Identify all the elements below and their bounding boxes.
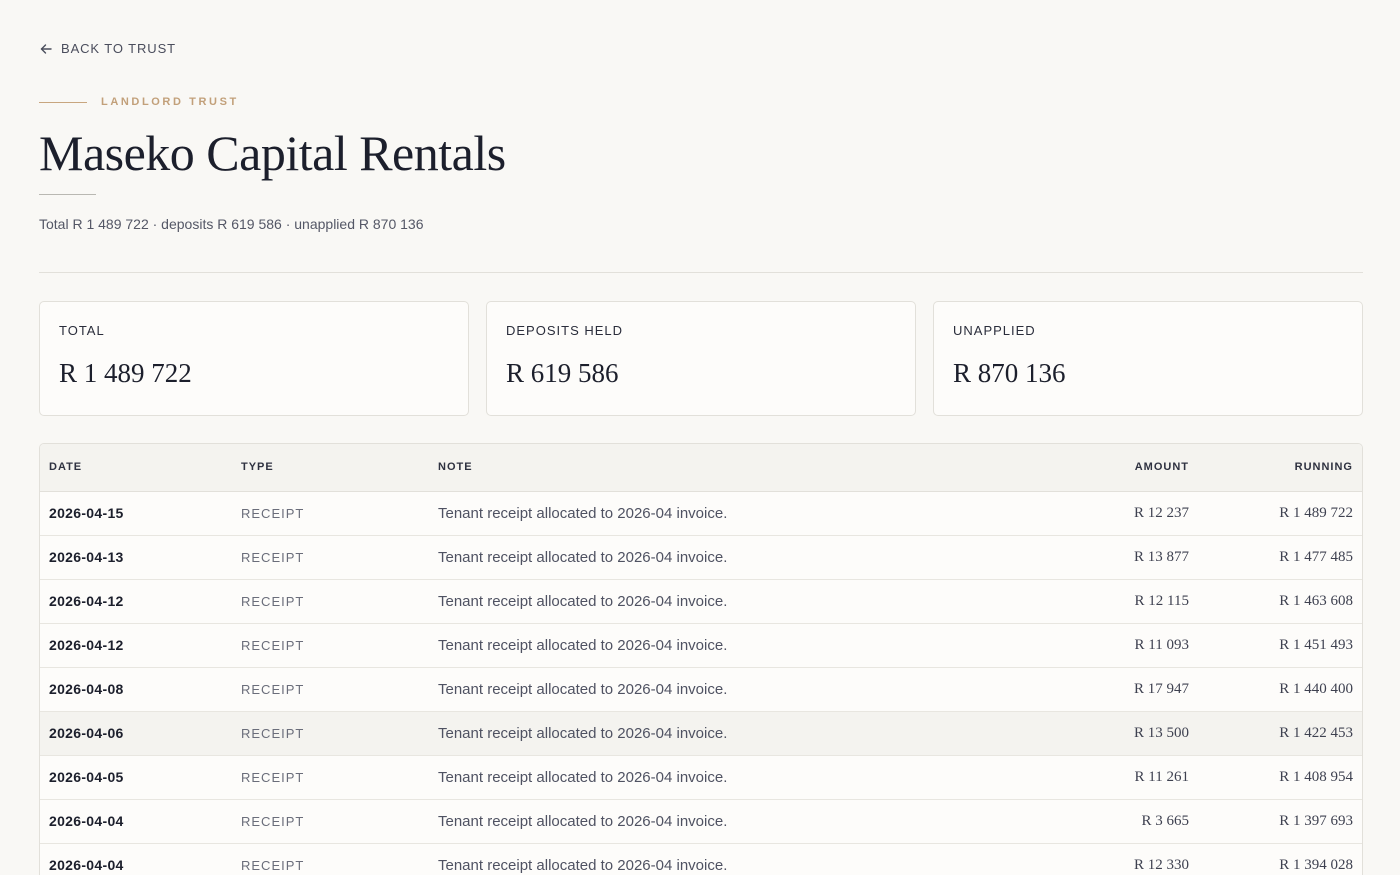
cell-running: R 1 440 400 [1189, 667, 1362, 712]
card-label: TOTAL [59, 323, 105, 338]
cell-note: Tenant receipt allocated to 2026-04 invo… [438, 755, 1019, 800]
cell-date: 2026-04-06 [40, 711, 241, 756]
table-row: 2026-04-05 RECEIPT Tenant receipt alloca… [40, 755, 1362, 800]
cell-running: R 1 489 722 [1189, 491, 1362, 536]
cell-type: RECEIPT [241, 535, 438, 580]
title-divider [39, 194, 96, 195]
back-link-label[interactable]: BACK TO TRUST [61, 41, 176, 56]
cell-amount: R 12 115 [1019, 579, 1189, 624]
cell-running: R 1 422 453 [1189, 711, 1362, 756]
cell-amount: R 11 261 [1019, 755, 1189, 800]
cell-date: 2026-04-04 [40, 799, 241, 844]
column-header-running: RUNNING [1189, 444, 1362, 492]
card-label: UNAPPLIED [953, 323, 1036, 338]
cell-type: RECEIPT [241, 623, 438, 668]
cell-note: Tenant receipt allocated to 2026-04 invo… [438, 491, 1019, 536]
back-to-trust-link[interactable]: BACK TO TRUST [39, 41, 176, 56]
deposits-held-card: DEPOSITS HELD R 619 586 [486, 301, 916, 416]
table-row: 2026-04-13 RECEIPT Tenant receipt alloca… [40, 535, 1362, 580]
cell-running: R 1 463 608 [1189, 579, 1362, 624]
cell-date: 2026-04-08 [40, 667, 241, 712]
cell-running: R 1 397 693 [1189, 799, 1362, 844]
card-value: R 870 136 [953, 358, 1066, 388]
cell-running: R 1 477 485 [1189, 535, 1362, 580]
cell-note: Tenant receipt allocated to 2026-04 invo… [438, 843, 1019, 875]
card-label: DEPOSITS HELD [506, 323, 624, 338]
cell-type: RECEIPT [241, 843, 438, 875]
column-header-amount: AMOUNT [1019, 444, 1189, 492]
table-row: 2026-04-15 RECEIPT Tenant receipt alloca… [40, 491, 1362, 536]
table-row: 2026-04-06 RECEIPT Tenant receipt alloca… [40, 711, 1362, 756]
unapplied-card: UNAPPLIED R 870 136 [933, 301, 1363, 416]
total-card: TOTAL R 1 489 722 [39, 301, 469, 416]
page-title: Maseko Capital Rentals [39, 125, 506, 181]
trust-ledger-page: BACK TO TRUST LANDLORD TRUST Maseko Capi… [0, 0, 1400, 875]
cell-amount: R 3 665 [1019, 799, 1189, 844]
table-body: 2026-04-15 RECEIPT Tenant receipt alloca… [40, 491, 1362, 875]
eyebrow-label: LANDLORD TRUST [101, 96, 239, 108]
ledger-table-container[interactable]: DATE TYPE NOTE AMOUNT RUNNING 2026-04-15… [39, 443, 1363, 875]
cell-amount: R 17 947 [1019, 667, 1189, 712]
table-row: 2026-04-04 RECEIPT Tenant receipt alloca… [40, 799, 1362, 844]
cell-type: RECEIPT [241, 667, 438, 712]
cell-note: Tenant receipt allocated to 2026-04 invo… [438, 799, 1019, 844]
cell-amount: R 11 093 [1019, 623, 1189, 668]
cell-type: RECEIPT [241, 711, 438, 756]
cell-type: RECEIPT [241, 755, 438, 800]
cell-date: 2026-04-05 [40, 755, 241, 800]
table-header: DATE TYPE NOTE AMOUNT RUNNING [40, 444, 1362, 492]
table-row: 2026-04-12 RECEIPT Tenant receipt alloca… [40, 579, 1362, 624]
cell-date: 2026-04-04 [40, 843, 241, 875]
ledger-table: DATE TYPE NOTE AMOUNT RUNNING 2026-04-15… [40, 444, 1362, 875]
cell-date: 2026-04-12 [40, 579, 241, 624]
summary-cards: TOTAL R 1 489 722 DEPOSITS HELD R 619 58… [39, 301, 1363, 416]
cell-amount: R 13 877 [1019, 535, 1189, 580]
column-header-date: DATE [40, 444, 241, 492]
cell-running: R 1 451 493 [1189, 623, 1362, 668]
cell-note: Tenant receipt allocated to 2026-04 invo… [438, 623, 1019, 668]
cell-date: 2026-04-12 [40, 623, 241, 668]
cell-note: Tenant receipt allocated to 2026-04 invo… [438, 667, 1019, 712]
column-header-note: NOTE [438, 444, 1019, 492]
cell-type: RECEIPT [241, 579, 438, 624]
cell-note: Tenant receipt allocated to 2026-04 invo… [438, 535, 1019, 580]
summary-line: Total R 1 489 722 · deposits R 619 586 ·… [39, 216, 424, 232]
arrow-left-icon [39, 42, 53, 56]
table-row: 2026-04-08 RECEIPT Tenant receipt alloca… [40, 667, 1362, 712]
cell-running: R 1 394 028 [1189, 843, 1362, 875]
cell-amount: R 12 237 [1019, 491, 1189, 536]
cell-date: 2026-04-13 [40, 535, 241, 580]
cell-amount: R 12 330 [1019, 843, 1189, 875]
cell-amount: R 13 500 [1019, 711, 1189, 756]
card-value: R 1 489 722 [59, 358, 192, 388]
section-divider [39, 272, 1363, 273]
table-row: 2026-04-12 RECEIPT Tenant receipt alloca… [40, 623, 1362, 668]
cell-type: RECEIPT [241, 799, 438, 844]
eyebrow-line [39, 101, 87, 103]
card-value: R 619 586 [506, 358, 619, 388]
cell-running: R 1 408 954 [1189, 755, 1362, 800]
column-header-type: TYPE [241, 444, 438, 492]
cell-note: Tenant receipt allocated to 2026-04 invo… [438, 579, 1019, 624]
cell-type: RECEIPT [241, 491, 438, 536]
eyebrow: LANDLORD TRUST [39, 96, 239, 108]
cell-note: Tenant receipt allocated to 2026-04 invo… [438, 711, 1019, 756]
cell-date: 2026-04-15 [40, 491, 241, 536]
table-row: 2026-04-04 RECEIPT Tenant receipt alloca… [40, 843, 1362, 875]
